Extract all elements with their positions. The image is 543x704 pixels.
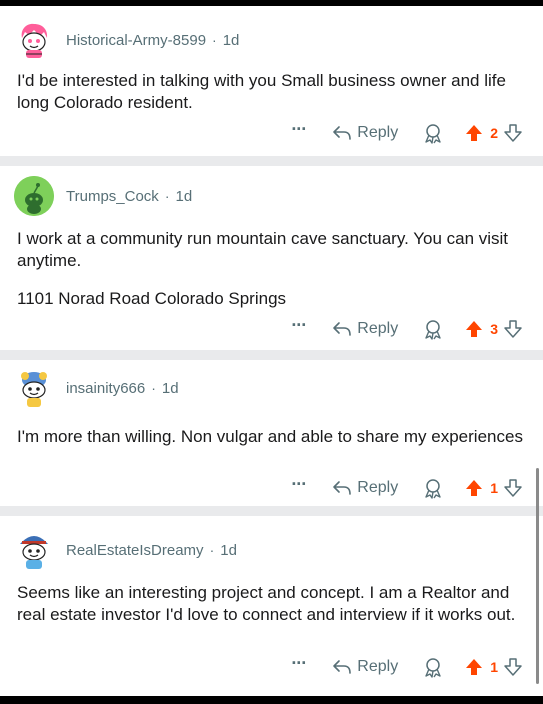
reply-label: Reply xyxy=(357,320,399,337)
comment-card: RealEstateIsDreamy · 1d Seems like an in… xyxy=(0,516,543,696)
comment-card: Trumps_Cock · 1d I work at a community r… xyxy=(0,166,543,350)
downvote-arrow-icon xyxy=(504,479,522,497)
separator-dot: · xyxy=(151,380,156,396)
award-icon xyxy=(425,658,441,678)
avatar[interactable] xyxy=(14,530,54,570)
separator-dot: · xyxy=(209,542,215,558)
downvote-button[interactable] xyxy=(503,657,523,677)
vote-score: 1 xyxy=(490,659,498,675)
upvote-arrow-icon xyxy=(466,659,483,675)
scrollbar[interactable] xyxy=(536,468,539,684)
comment-paragraph: 1101 Norad Road Colorado Springs xyxy=(17,289,287,308)
comment-body: I work at a community run mountain cave … xyxy=(17,228,523,310)
comment-header: insainity666 · 1d xyxy=(14,368,179,408)
comment-paragraph: I work at a community run mountain cave … xyxy=(17,229,509,270)
downvote-button[interactable] xyxy=(503,478,523,498)
comment-header: Historical-Army-8599 · 1d xyxy=(14,20,239,60)
upvote-arrow-icon xyxy=(466,125,483,141)
upvote-button[interactable] xyxy=(464,319,484,339)
downvote-button[interactable] xyxy=(503,319,523,339)
comment-body: I'd be interested in talking with you Sm… xyxy=(17,70,523,114)
username[interactable]: Historical-Army-8599 xyxy=(66,32,206,49)
comment-actions: ··· Reply 3 xyxy=(291,316,523,342)
award-button[interactable] xyxy=(422,477,444,499)
upvote-button[interactable] xyxy=(464,123,484,143)
comment-age: 1d xyxy=(222,31,240,49)
vote-score: 1 xyxy=(490,480,498,496)
separator-dot: · xyxy=(164,188,170,204)
reply-button[interactable]: Reply xyxy=(332,320,398,338)
comment-age: 1d xyxy=(175,187,193,205)
avatar[interactable] xyxy=(14,20,54,60)
downvote-arrow-icon xyxy=(504,320,522,338)
username[interactable]: RealEstateIsDreamy xyxy=(66,542,204,559)
vote-score: 2 xyxy=(490,125,498,141)
more-options-icon[interactable]: ··· xyxy=(291,120,307,138)
upvote-button[interactable] xyxy=(464,478,484,498)
comment-body: Seems like an interesting project and co… xyxy=(17,582,523,626)
upvote-button[interactable] xyxy=(464,657,484,677)
reply-button[interactable]: Reply xyxy=(332,658,398,676)
downvote-arrow-icon xyxy=(504,124,522,142)
username[interactable]: insainity666 xyxy=(66,380,145,397)
comment-actions: ··· Reply 1 xyxy=(291,475,523,501)
reply-arrow-icon xyxy=(333,481,352,495)
more-options-icon[interactable]: ··· xyxy=(291,475,307,493)
avatar[interactable] xyxy=(14,368,54,408)
reply-button[interactable]: Reply xyxy=(332,479,398,497)
comment-card: insainity666 · 1d I'm more than willing.… xyxy=(0,360,543,506)
reply-arrow-icon xyxy=(333,322,352,336)
comment-paragraph: Seems like an interesting project and co… xyxy=(17,583,516,624)
downvote-arrow-icon xyxy=(504,658,522,676)
username[interactable]: Trumps_Cock xyxy=(66,188,159,205)
comment-age: 1d xyxy=(220,541,237,559)
separator-dot: · xyxy=(212,32,217,48)
reply-label: Reply xyxy=(357,479,399,496)
comment-body: I'm more than willing. Non vulgar and ab… xyxy=(17,426,523,448)
reply-label: Reply xyxy=(357,658,399,675)
reply-arrow-icon xyxy=(333,126,352,140)
reply-button[interactable]: Reply xyxy=(332,124,398,142)
upvote-arrow-icon xyxy=(466,480,483,496)
award-button[interactable] xyxy=(422,122,444,144)
avatar[interactable] xyxy=(14,176,54,216)
comment-paragraph: I'm more than willing. Non vulgar and ab… xyxy=(17,427,523,446)
comment-actions: ··· Reply 1 xyxy=(291,654,523,680)
award-button[interactable] xyxy=(422,656,444,678)
comment-card: Historical-Army-8599 · 1d I'd be interes… xyxy=(0,6,543,156)
award-icon xyxy=(425,320,441,340)
more-options-icon[interactable]: ··· xyxy=(291,316,307,334)
award-button[interactable] xyxy=(422,318,444,340)
reply-arrow-icon xyxy=(333,660,352,674)
downvote-button[interactable] xyxy=(503,123,523,143)
reply-label: Reply xyxy=(357,124,399,141)
comment-actions: ··· Reply 2 xyxy=(291,120,523,146)
vote-score: 3 xyxy=(490,321,498,337)
more-options-icon[interactable]: ··· xyxy=(291,654,307,672)
award-icon xyxy=(425,479,441,499)
upvote-arrow-icon xyxy=(466,321,483,337)
comment-header: RealEstateIsDreamy · 1d xyxy=(14,530,237,570)
comment-paragraph: I'd be interested in talking with you Sm… xyxy=(17,71,506,112)
comment-age: 1d xyxy=(161,379,179,397)
comment-header: Trumps_Cock · 1d xyxy=(14,176,192,216)
award-icon xyxy=(425,124,441,144)
